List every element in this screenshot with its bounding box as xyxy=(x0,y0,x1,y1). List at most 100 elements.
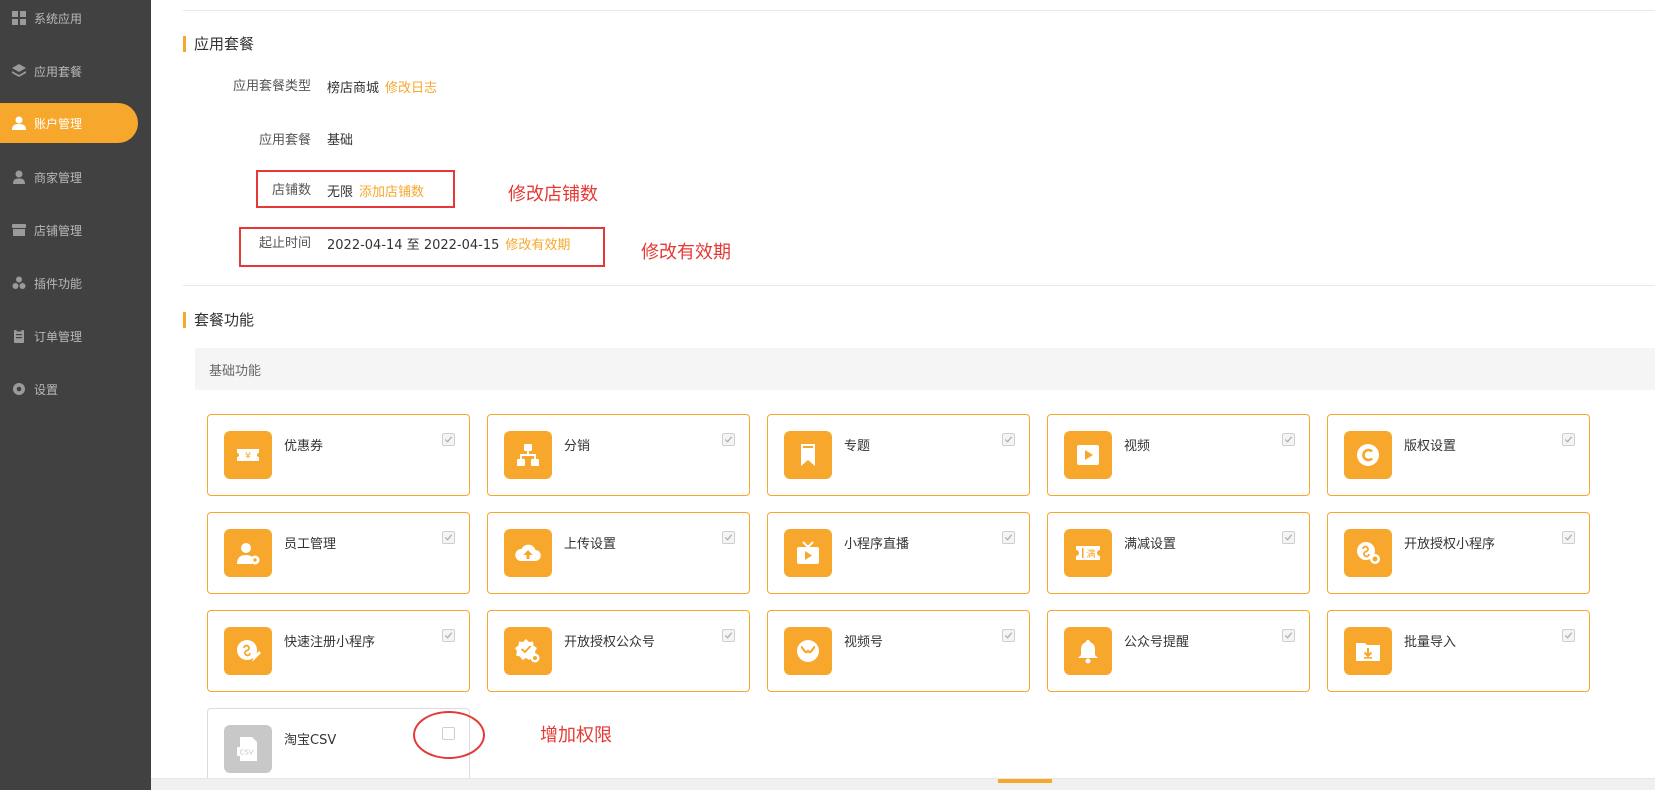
section-title-text: 应用套餐 xyxy=(194,35,255,53)
feature-card-coupon[interactable]: ¥ 优惠券 xyxy=(207,414,470,496)
period-annotation: 修改有效期 xyxy=(641,242,731,263)
change-log-link[interactable]: 修改日志 xyxy=(385,77,437,96)
plugin-icon xyxy=(12,276,26,290)
feature-name: 版权设置 xyxy=(1404,439,1457,454)
feature-card-discount[interactable]: 满 满减设置 xyxy=(1047,512,1310,594)
permission-highlight-circle xyxy=(413,711,485,759)
feature-checkbox[interactable] xyxy=(1562,433,1575,446)
sidebar-item-system-apps[interactable]: 系统应用 xyxy=(0,0,151,38)
feature-name: 公众号提醒 xyxy=(1124,635,1190,650)
user-icon xyxy=(12,116,26,130)
add-stores-link[interactable]: 添加店铺数 xyxy=(359,181,424,200)
copyright-icon xyxy=(1344,431,1392,479)
svg-text:¥: ¥ xyxy=(245,452,251,462)
feature-name: 淘宝CSV xyxy=(284,733,337,748)
sidebar-item-label: 应用套餐 xyxy=(34,64,83,79)
feature-checkbox[interactable] xyxy=(1282,531,1295,544)
stores-value: 无限 xyxy=(327,185,354,200)
feature-card-staff[interactable]: 员工管理 xyxy=(207,512,470,594)
feature-checkbox[interactable] xyxy=(722,629,735,642)
tv-live-icon xyxy=(784,529,832,577)
feature-card-live[interactable]: 小程序直播 xyxy=(767,512,1030,594)
package-plan-label: 应用套餐 xyxy=(258,133,311,148)
feature-card-official-account-auth[interactable]: 开放授权公众号 xyxy=(487,610,750,692)
sidebar-item-orders[interactable]: 订单管理 xyxy=(0,316,151,356)
coupon-icon: ¥ xyxy=(224,431,272,479)
change-period-link[interactable]: 修改有效期 xyxy=(505,234,570,253)
layers-icon xyxy=(12,64,26,78)
sidebar-item-plugins[interactable]: 插件功能 xyxy=(0,263,151,303)
feature-name: 快速注册小程序 xyxy=(284,635,376,650)
sidebar-item-merchant-management[interactable]: 商家管理 xyxy=(0,157,151,197)
feature-name: 开放授权公众号 xyxy=(564,635,656,650)
section-title-app-package: 应用套餐 xyxy=(183,33,254,54)
play-icon xyxy=(1064,431,1112,479)
package-type-value: 榜店商城 xyxy=(327,81,380,96)
sidebar-item-app-packages[interactable]: 应用套餐 xyxy=(0,51,151,91)
feature-checkbox[interactable] xyxy=(722,433,735,446)
sidebar-item-label: 店铺管理 xyxy=(34,223,83,238)
period-value: 2022-04-14 至 2022-04-15 xyxy=(327,238,500,253)
feature-card-account-reminder[interactable]: 公众号提醒 xyxy=(1047,610,1310,692)
submit-button-edge[interactable] xyxy=(998,779,1052,783)
hierarchy-icon xyxy=(504,431,552,479)
sidebar-item-store-management[interactable]: 店铺管理 xyxy=(0,210,151,250)
ticket-discount-icon: 满 xyxy=(1064,529,1112,577)
feature-group-header: 基础功能 xyxy=(195,348,1655,390)
bookmark-icon xyxy=(784,431,832,479)
sidebar: 系统应用 应用套餐 账户管理 商家管理 店铺管理 插件功能 订单管理 设置 xyxy=(0,0,151,790)
feature-checkbox[interactable] xyxy=(442,433,455,446)
section-accent-bar xyxy=(183,311,186,328)
divider xyxy=(183,10,1655,11)
sidebar-item-label: 插件功能 xyxy=(34,276,83,291)
feature-card-quick-register[interactable]: 快速注册小程序 xyxy=(207,610,470,692)
bell-icon xyxy=(1064,627,1112,675)
feature-checkbox[interactable] xyxy=(722,531,735,544)
feature-card-miniprogram-auth[interactable]: 开放授权小程序 xyxy=(1327,512,1590,594)
feature-card-topic[interactable]: 专题 xyxy=(767,414,1030,496)
feature-card-bulk-import[interactable]: 批量导入 xyxy=(1327,610,1590,692)
sidebar-item-label: 设置 xyxy=(34,382,59,397)
verified-badge-icon xyxy=(504,627,552,675)
feature-name: 视频号 xyxy=(844,635,884,650)
divider xyxy=(183,285,1655,286)
sidebar-item-label: 订单管理 xyxy=(34,329,83,344)
users-icon xyxy=(12,170,26,184)
clipboard-icon xyxy=(12,329,26,343)
package-type-value-row: 榜店商城 修改日志 xyxy=(327,77,437,96)
feature-card-video[interactable]: 视频 xyxy=(1047,414,1310,496)
feature-checkbox[interactable] xyxy=(1002,433,1015,446)
sidebar-item-account-management[interactable]: 账户管理 xyxy=(0,103,138,143)
package-type-label: 应用套餐类型 xyxy=(232,79,311,94)
feature-name: 开放授权小程序 xyxy=(1404,537,1496,552)
feature-checkbox[interactable] xyxy=(442,531,455,544)
csv-file-icon: CSV xyxy=(224,725,272,773)
feature-card-copyright[interactable]: 版权设置 xyxy=(1327,414,1590,496)
channels-icon xyxy=(784,627,832,675)
feature-name: 小程序直播 xyxy=(844,537,910,552)
feature-card-upload[interactable]: 上传设置 xyxy=(487,512,750,594)
feature-checkbox[interactable] xyxy=(1282,433,1295,446)
miniprogram-badge-icon xyxy=(1344,529,1392,577)
sidebar-item-settings[interactable]: 设置 xyxy=(0,369,151,409)
feature-checkbox[interactable] xyxy=(1282,629,1295,642)
feature-checkbox[interactable] xyxy=(1562,629,1575,642)
feature-name: 满减设置 xyxy=(1124,537,1177,552)
staff-gear-icon xyxy=(224,529,272,577)
feature-checkbox[interactable] xyxy=(1562,531,1575,544)
store-icon xyxy=(12,223,26,237)
feature-checkbox[interactable] xyxy=(1002,629,1015,642)
feature-name: 员工管理 xyxy=(284,537,337,552)
sidebar-item-label: 系统应用 xyxy=(34,11,83,26)
period-value-row: 2022-04-14 至 2022-04-15 修改有效期 xyxy=(327,234,570,253)
feature-card-channels[interactable]: 视频号 xyxy=(767,610,1030,692)
gear-icon xyxy=(12,382,26,396)
miniprogram-edit-icon xyxy=(224,627,272,675)
feature-name: 分销 xyxy=(564,439,591,454)
permission-annotation: 增加权限 xyxy=(540,725,612,746)
feature-checkbox[interactable] xyxy=(1002,531,1015,544)
feature-checkbox[interactable] xyxy=(442,629,455,642)
cloud-upload-icon xyxy=(504,529,552,577)
feature-card-distribution[interactable]: 分销 xyxy=(487,414,750,496)
stores-label: 店铺数 xyxy=(271,183,311,198)
